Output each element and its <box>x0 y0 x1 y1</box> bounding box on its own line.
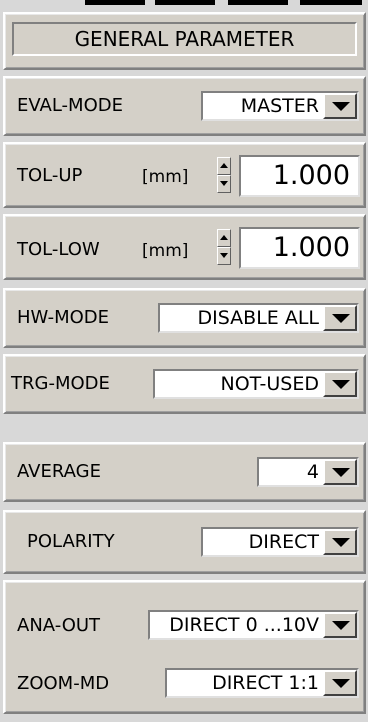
average-row: AVERAGE 4 <box>3 442 366 502</box>
polarity-label: POLARITY <box>27 531 115 552</box>
zoom-md-label: ZOOM-MD <box>17 673 110 694</box>
eval-mode-select[interactable]: MASTER <box>201 91 359 121</box>
tol-up-unit: [mm] <box>142 167 189 187</box>
analog-output-panel: ANA-OUT DIRECT 0 ...10V ZOOM-MD DIRECT 1… <box>3 580 366 714</box>
tol-up-input[interactable]: 1.000 <box>239 155 360 197</box>
polarity-row: POLARITY DIRECT <box>3 510 366 574</box>
hw-mode-value: DISABLE ALL <box>197 307 319 329</box>
tol-up-spinner[interactable] <box>217 157 231 193</box>
tol-low-label: TOL-LOW <box>17 239 100 260</box>
ana-out-select[interactable]: DIRECT 0 ...10V <box>148 610 359 640</box>
hw-mode-row: HW-MODE DISABLE ALL <box>3 288 366 348</box>
tol-low-input[interactable]: 1.000 <box>239 227 360 269</box>
polarity-value: DIRECT <box>248 531 319 553</box>
dropdown-arrow-icon[interactable] <box>323 93 357 119</box>
dropdown-arrow-icon[interactable] <box>323 670 357 696</box>
eval-mode-row: EVAL-MODE MASTER <box>3 76 366 136</box>
dropdown-arrow-icon[interactable] <box>323 529 357 555</box>
trg-mode-value: NOT-USED <box>220 373 320 395</box>
tol-low-spinner[interactable] <box>217 229 231 265</box>
top-edge-stubs <box>0 0 368 10</box>
dropdown-arrow-icon[interactable] <box>323 612 357 638</box>
top-stub <box>85 0 145 5</box>
eval-mode-value: MASTER <box>240 95 319 117</box>
panel-title: GENERAL PARAMETER <box>12 22 357 56</box>
ana-out-value: DIRECT 0 ...10V <box>169 614 319 636</box>
average-select[interactable]: 4 <box>257 457 359 487</box>
top-stub <box>155 0 215 5</box>
tol-low-unit: [mm] <box>142 241 189 261</box>
top-stub <box>300 0 362 5</box>
spin-down-icon[interactable] <box>217 175 231 193</box>
hw-mode-label: HW-MODE <box>17 307 110 328</box>
dropdown-arrow-icon[interactable] <box>323 459 357 485</box>
trg-mode-label: TRG-MODE <box>11 373 110 394</box>
top-stub <box>228 0 288 5</box>
spin-up-icon[interactable] <box>217 229 231 247</box>
eval-mode-label: EVAL-MODE <box>17 95 123 116</box>
dropdown-arrow-icon[interactable] <box>323 371 357 397</box>
tol-up-row: TOL-UP [mm] 1.000 <box>3 142 366 208</box>
hw-mode-select[interactable]: DISABLE ALL <box>158 303 359 333</box>
trg-mode-row: TRG-MODE NOT-USED <box>3 354 366 414</box>
zoom-md-select[interactable]: DIRECT 1:1 <box>165 668 359 698</box>
zoom-md-value: DIRECT 1:1 <box>212 672 319 694</box>
tol-low-row: TOL-LOW [mm] 1.000 <box>3 214 366 280</box>
spin-down-icon[interactable] <box>217 247 231 265</box>
polarity-select[interactable]: DIRECT <box>201 527 359 557</box>
general-parameter-panel: GENERAL PARAMETER <box>3 12 366 70</box>
average-value: 4 <box>306 461 319 483</box>
ana-out-label: ANA-OUT <box>17 615 101 636</box>
tol-up-label: TOL-UP <box>17 165 83 186</box>
trg-mode-select[interactable]: NOT-USED <box>153 369 359 399</box>
average-label: AVERAGE <box>17 461 101 482</box>
dropdown-arrow-icon[interactable] <box>323 305 357 331</box>
spin-up-icon[interactable] <box>217 157 231 175</box>
